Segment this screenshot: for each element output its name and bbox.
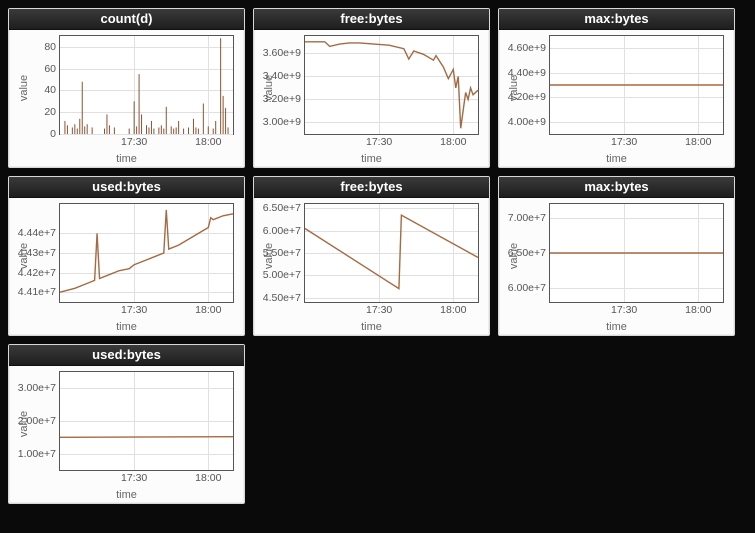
chart-plot-area[interactable]: 4.41e+74.42e+74.43e+74.44e+717:3018:00: [59, 203, 234, 303]
y-tick-label: 1.00e+7: [18, 448, 60, 460]
x-axis-label: time: [116, 153, 137, 165]
chart-series: [60, 36, 233, 134]
chart-plot-area[interactable]: 02040608017:3018:00: [59, 35, 234, 135]
x-tick-label: 18:00: [685, 302, 711, 316]
chart-plot-area[interactable]: 4.50e+75.00e+75.50e+76.00e+76.50e+717:30…: [304, 203, 479, 303]
x-tick-label: 17:30: [366, 302, 392, 316]
y-axis-label: value: [18, 243, 30, 269]
x-tick-label: 17:30: [611, 302, 637, 316]
y-tick-label: 4.50e+7: [263, 292, 305, 304]
y-axis-label: value: [263, 75, 275, 101]
chart-plot-area[interactable]: 1.00e+72.00e+73.00e+717:3018:00: [59, 371, 234, 471]
x-tick-label: 17:30: [121, 470, 147, 484]
chart-title: used:bytes: [9, 177, 244, 198]
x-tick-label: 17:30: [366, 134, 392, 148]
x-tick-label: 18:00: [195, 470, 221, 484]
x-axis-label: time: [361, 321, 382, 333]
chart-series: [60, 204, 233, 302]
y-tick-label: 4.41e+7: [18, 286, 60, 298]
x-tick-label: 18:00: [195, 302, 221, 316]
line-series: [60, 210, 233, 292]
chart-title: used:bytes: [9, 345, 244, 366]
chart-series: [305, 36, 478, 134]
x-tick-label: 17:30: [611, 134, 637, 148]
chart-plot-area[interactable]: 6.00e+76.50e+77.00e+717:3018:00: [549, 203, 724, 303]
y-axis-label: value: [508, 75, 520, 101]
chart-title: count(d): [9, 9, 244, 30]
y-tick-label: 6.50e+7: [263, 202, 305, 214]
y-tick-label: 80: [44, 41, 60, 53]
y-tick-label: 20: [44, 106, 60, 118]
chart-series: [60, 372, 233, 470]
x-tick-label: 17:30: [121, 134, 147, 148]
x-tick-label: 18:00: [195, 134, 221, 148]
chart-title: max:bytes: [499, 177, 734, 198]
x-axis-label: time: [361, 153, 382, 165]
y-tick-label: 60: [44, 63, 60, 75]
y-tick-label: 3.60e+9: [263, 47, 305, 59]
chart-panel-free2: free:bytes 4.50e+75.00e+75.50e+76.00e+76.…: [253, 176, 490, 336]
chart-panel-max2: max:bytes 6.00e+76.50e+77.00e+717:3018:00…: [498, 176, 735, 336]
x-tick-label: 17:30: [121, 302, 147, 316]
y-tick-label: 3.00e+7: [18, 382, 60, 394]
y-tick-label: 5.00e+7: [263, 269, 305, 281]
x-axis-label: time: [606, 321, 627, 333]
y-tick-label: 6.00e+7: [263, 225, 305, 237]
y-axis-label: value: [508, 243, 520, 269]
x-tick-label: 18:00: [440, 134, 466, 148]
x-axis-label: time: [116, 489, 137, 501]
chart-panel-used1: used:bytes 4.41e+74.42e+74.43e+74.44e+717…: [8, 176, 245, 336]
chart-plot-area[interactable]: 3.00e+93.20e+93.40e+93.60e+917:3018:00: [304, 35, 479, 135]
line-series: [305, 42, 478, 128]
line-series: [60, 437, 233, 438]
chart-plot-area[interactable]: 4.00e+94.20e+94.40e+94.60e+917:3018:00: [549, 35, 724, 135]
x-tick-label: 18:00: [685, 134, 711, 148]
chart-title: free:bytes: [254, 9, 489, 30]
chart-series: [550, 36, 723, 134]
chart-title: max:bytes: [499, 9, 734, 30]
x-axis-label: time: [606, 153, 627, 165]
y-axis-label: value: [18, 411, 30, 437]
x-axis-label: time: [116, 321, 137, 333]
y-tick-label: 7.00e+7: [508, 212, 550, 224]
y-axis-label: value: [18, 75, 30, 101]
chart-panel-countd: count(d)02040608017:3018:00valuetime: [8, 8, 245, 168]
y-tick-label: 4.00e+9: [508, 116, 550, 128]
chart-panel-max1: max:bytes 4.00e+94.20e+94.40e+94.60e+917:…: [498, 8, 735, 168]
dashboard-grid: count(d)02040608017:3018:00valuetimefree…: [0, 0, 755, 512]
x-tick-label: 18:00: [440, 302, 466, 316]
y-tick-label: 3.00e+9: [263, 116, 305, 128]
chart-series: [550, 204, 723, 302]
line-series: [305, 215, 478, 289]
chart-title: free:bytes: [254, 177, 489, 198]
y-tick-label: 6.00e+7: [508, 282, 550, 294]
y-tick-label: 4.60e+9: [508, 42, 550, 54]
chart-series: [305, 204, 478, 302]
y-tick-label: 4.44e+7: [18, 227, 60, 239]
chart-panel-free1: free:bytes 3.00e+93.20e+93.40e+93.60e+917…: [253, 8, 490, 168]
y-tick-label: 0: [50, 128, 60, 140]
y-axis-label: value: [263, 243, 275, 269]
y-tick-label: 40: [44, 84, 60, 96]
chart-panel-used2: used:bytes 1.00e+72.00e+73.00e+717:3018:0…: [8, 344, 245, 504]
